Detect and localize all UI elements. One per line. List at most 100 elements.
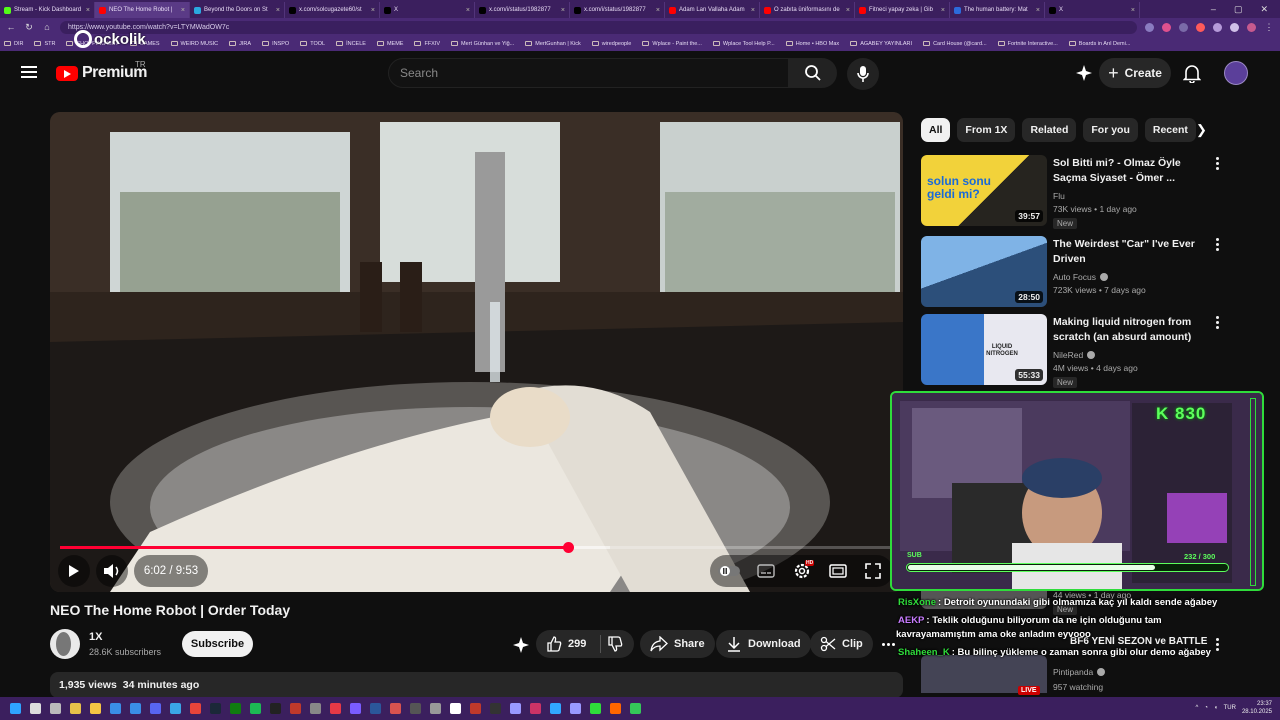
download-button[interactable]: Download [716, 630, 811, 658]
app-icon[interactable] [330, 703, 341, 714]
app-icon[interactable] [410, 703, 421, 714]
reload-icon[interactable]: ↻ [24, 22, 34, 33]
bookmark-item[interactable]: WEIRD MUSIC [170, 41, 218, 47]
app-icon[interactable] [350, 703, 361, 714]
browser-tab[interactable]: O zabıta üniformasını de × [760, 2, 855, 18]
tab-close-icon[interactable]: × [181, 7, 185, 14]
clock[interactable]: 23:37 28.10.2025 [1242, 700, 1272, 716]
app-icon[interactable] [490, 703, 501, 714]
minimize-icon[interactable]: – [1211, 4, 1216, 15]
bookmark-item[interactable]: Mert Günhan ve Yiğ... [451, 41, 514, 47]
file-explorer-icon[interactable] [90, 703, 101, 714]
share-button[interactable]: Share [640, 630, 715, 658]
fullscreen-button[interactable] [863, 562, 883, 580]
filter-chip[interactable]: From 1X [957, 118, 1016, 142]
menu-icon[interactable]: ⋮ [1264, 22, 1274, 33]
edge-icon[interactable] [170, 703, 181, 714]
wifi-icon[interactable]: ◔ [1204, 705, 1208, 711]
obs-icon[interactable] [270, 703, 281, 714]
recommendation-item[interactable]: LIQUID NITROGEN 55:33 Making liquid nitrog… [921, 314, 1251, 388]
spotify-icon[interactable] [250, 703, 261, 714]
mute-button[interactable] [96, 555, 128, 587]
browser-tab[interactable]: X × [380, 2, 475, 18]
game-icon[interactable] [290, 703, 301, 714]
seek-bar[interactable] [60, 542, 893, 553]
account-avatar[interactable] [1224, 61, 1248, 85]
filter-chip[interactable]: All [921, 118, 951, 142]
chrome-icon[interactable] [190, 703, 201, 714]
notion-icon[interactable] [450, 703, 461, 714]
extension-icon[interactable] [1230, 22, 1239, 32]
rec-channel[interactable]: Flu [1053, 191, 1065, 201]
app-icon[interactable] [530, 703, 541, 714]
rec-thumbnail[interactable]: LIQUID NITROGEN 55:33 [921, 314, 1047, 385]
bookmark-item[interactable]: INSPO [262, 41, 289, 47]
more-options-icon[interactable] [1214, 157, 1220, 170]
gemini-sparkle-icon[interactable] [1074, 63, 1094, 83]
close-window-icon[interactable]: ✕ [1260, 4, 1268, 15]
more-options-icon[interactable] [1214, 316, 1220, 329]
bookmark-item[interactable]: Card House (@card... [923, 41, 987, 47]
recommendation-item[interactable]: solun sonu geldi mi? 39:57 Sol Bitti mi? -… [921, 155, 1251, 229]
browser-tab[interactable]: X × [1045, 2, 1140, 18]
discord-icon[interactable] [150, 703, 161, 714]
browser-tab[interactable]: x.com/i/status/1982877 × [475, 2, 570, 18]
back-icon[interactable]: ← [6, 22, 16, 32]
rec-title[interactable]: The Weirdest "Car" I've Ever Driven [1053, 237, 1213, 267]
extension-icon[interactable] [1179, 22, 1188, 32]
maximize-icon[interactable]: ▢ [1234, 4, 1243, 15]
word-icon[interactable] [370, 703, 381, 714]
bookmark-item[interactable]: JIRA [229, 41, 251, 47]
search-input[interactable]: Search [388, 58, 789, 88]
more-options-icon[interactable] [1214, 238, 1220, 251]
bookmark-item[interactable]: Wplace Tool Help P... [712, 41, 775, 47]
app-icon[interactable] [610, 703, 621, 714]
browser-tab[interactable]: NEO The Home Robot | × [95, 2, 190, 18]
tab-close-icon[interactable]: × [656, 7, 660, 14]
bookmark-item[interactable]: DIR [4, 41, 23, 47]
app-icon[interactable] [470, 703, 481, 714]
bookmark-item[interactable]: İNCELE [336, 41, 366, 47]
subscribe-button[interactable]: Subscribe [182, 631, 253, 657]
tab-close-icon[interactable]: × [276, 7, 280, 14]
home-icon[interactable]: ⌂ [42, 22, 52, 32]
notifications-bell-icon[interactable] [1183, 63, 1201, 83]
tab-close-icon[interactable]: × [941, 7, 945, 14]
bookmark-item[interactable]: Fortnite Interactive... [997, 41, 1058, 47]
app-icon[interactable] [390, 703, 401, 714]
video-player[interactable]: 6:02 / 9:53 HD [50, 112, 903, 592]
live-rec-channel[interactable]: Pintipanda [1053, 667, 1093, 677]
rec-title[interactable]: Making liquid nitrogen from scratch (an a… [1053, 315, 1213, 345]
tray-chevron-icon[interactable]: ^ [1196, 705, 1199, 711]
bookmark-item[interactable]: wiredpeople [591, 41, 631, 47]
tab-close-icon[interactable]: × [561, 7, 565, 14]
browser-tab[interactable]: Fitneci yapay zeka | Gib × [855, 2, 950, 18]
rec-channel[interactable]: NileRed [1053, 350, 1083, 360]
filter-chip[interactable]: For you [1083, 118, 1138, 142]
profile-icon[interactable] [1247, 22, 1256, 32]
speaker-icon[interactable]: ◖ [1214, 705, 1218, 711]
play-button[interactable] [58, 555, 90, 587]
audition-icon[interactable] [510, 703, 521, 714]
like-button[interactable]: 299 [546, 636, 586, 652]
tab-close-icon[interactable]: × [751, 7, 755, 14]
app-icon[interactable] [590, 703, 601, 714]
extension-icon[interactable] [1213, 22, 1222, 32]
bookmark-item[interactable]: STR [34, 41, 55, 47]
store-icon[interactable] [110, 703, 121, 714]
browser-tab[interactable]: x.com/i/status/1982877 × [570, 2, 665, 18]
bookmark-item[interactable]: MertGunhan | Kick [525, 41, 581, 47]
bookmark-item[interactable]: Boards in Arıl Demi... [1068, 41, 1130, 47]
tab-close-icon[interactable]: × [371, 7, 375, 14]
app-icon[interactable] [430, 703, 441, 714]
photoshop-icon[interactable] [550, 703, 561, 714]
tab-close-icon[interactable]: × [1131, 7, 1135, 14]
bookmark-item[interactable]: TOOL [300, 41, 325, 47]
rec-thumbnail[interactable]: 28:50 [921, 236, 1047, 307]
bookmark-item[interactable]: AGABEY YAYINLARI [850, 41, 912, 47]
bookmark-item[interactable]: MEME [376, 41, 403, 47]
xbox-icon[interactable] [230, 703, 241, 714]
browser-tab[interactable]: The human battery: Mat × [950, 2, 1045, 18]
chevron-right-icon[interactable]: ❯ [1196, 122, 1207, 138]
steam-icon[interactable] [210, 703, 221, 714]
